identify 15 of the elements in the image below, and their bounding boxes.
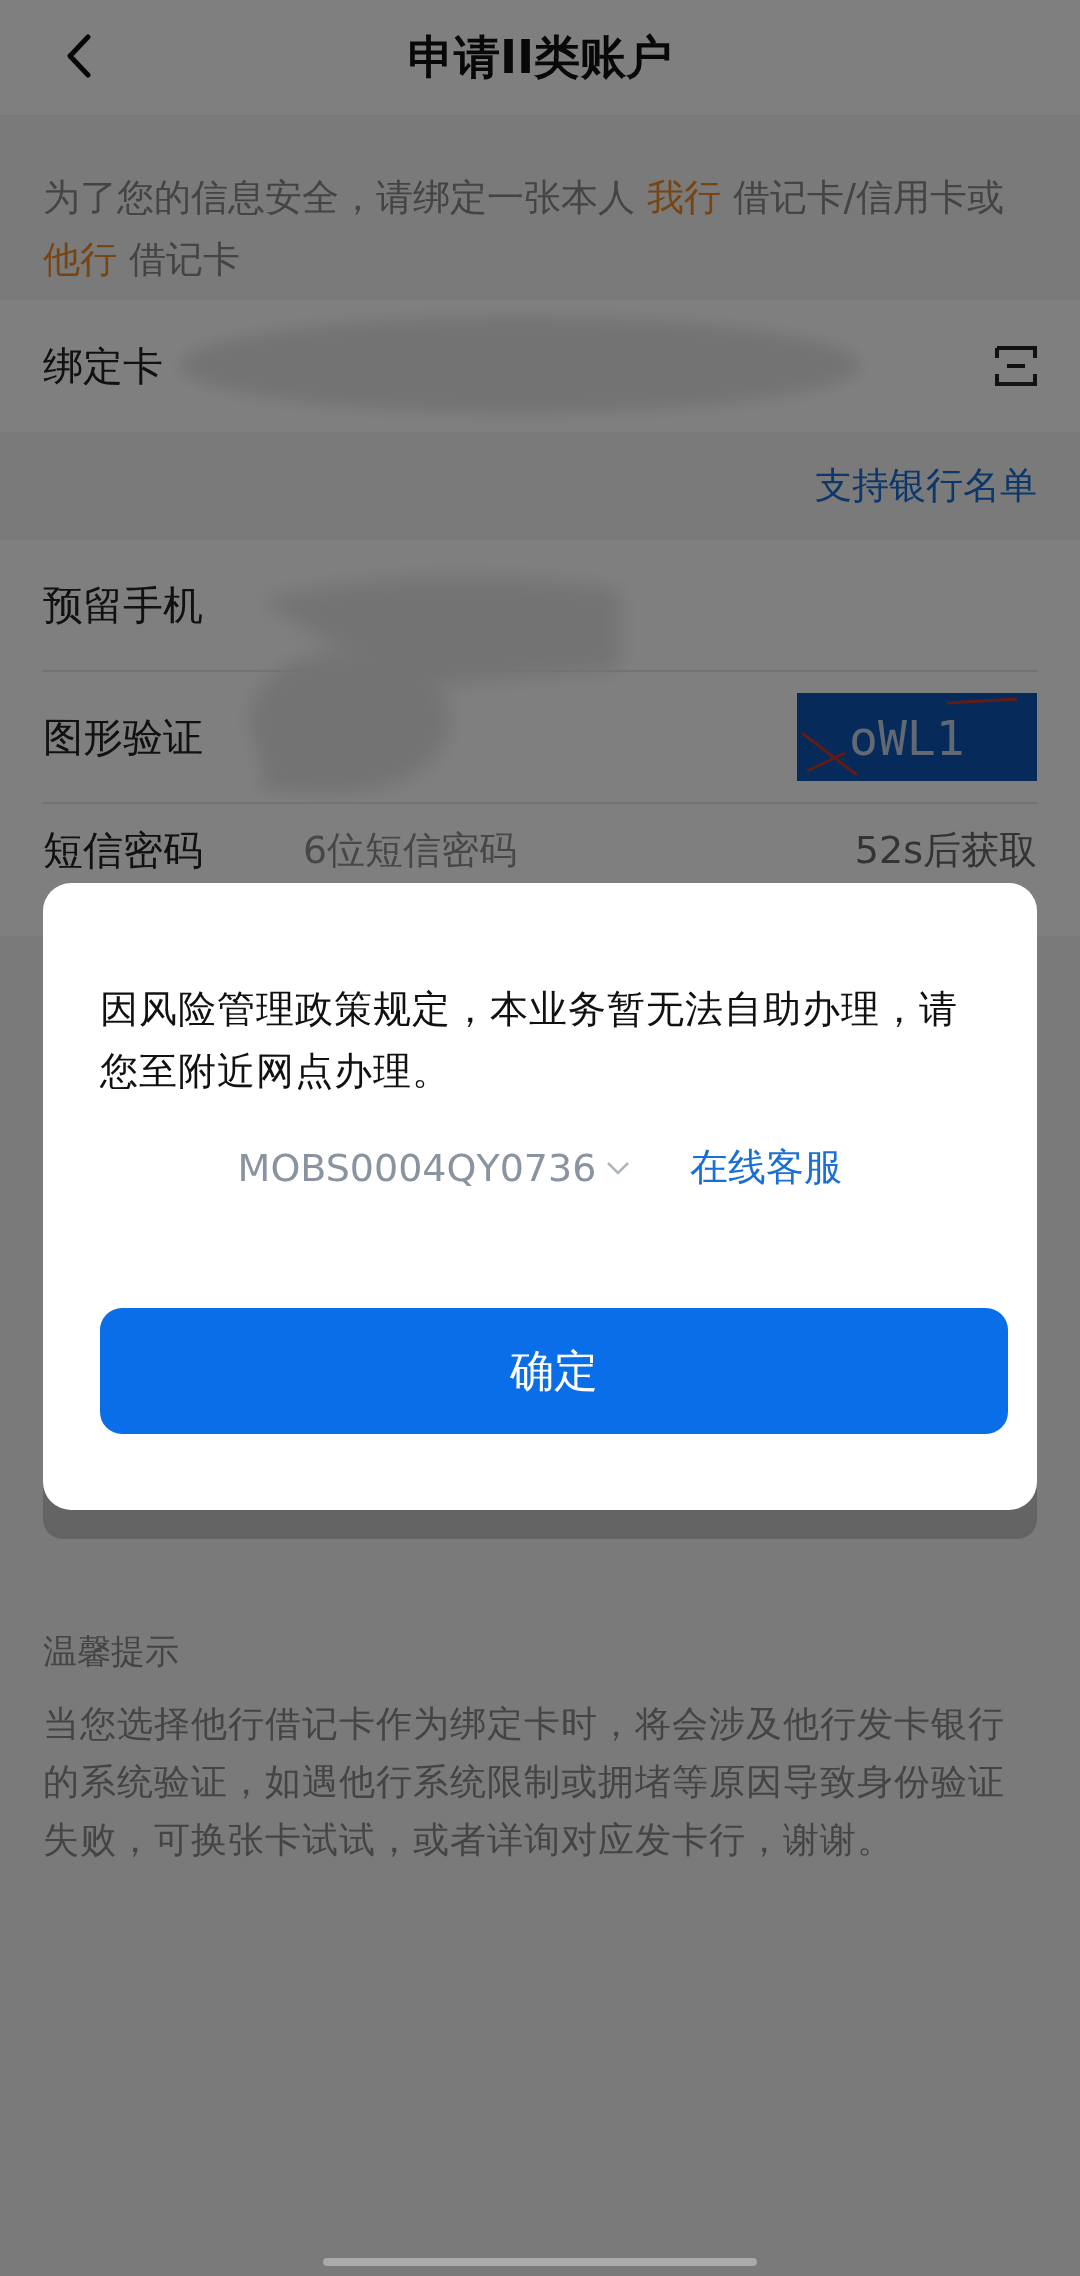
captcha-image[interactable]: oWL1 [797, 693, 1037, 781]
scan-icon[interactable] [995, 346, 1037, 386]
bank-list-link[interactable]: 支持银行名单 [815, 461, 1037, 511]
back-icon[interactable] [66, 34, 92, 78]
resend-countdown: 52s后获取 [854, 826, 1037, 874]
page-title: 申请II类账户 [407, 28, 673, 86]
field-label: 绑定卡 [43, 341, 164, 391]
field-label: 图形验证 [43, 712, 204, 762]
error-code: MOBS0004QY0736 [237, 1145, 597, 1190]
sms-code-field[interactable]: 6位短信密码 [303, 824, 518, 876]
field-label: 短信密码 [43, 825, 204, 875]
confirm-button[interactable]: 确定 [100, 1308, 1008, 1434]
online-service-link[interactable]: 在线客服 [690, 1142, 843, 1193]
dialog-message: 因风险管理政策规定，本业务暂无法自助办理，请您至附近网点办理。 [100, 986, 959, 1095]
field-label: 预留手机 [43, 580, 204, 630]
